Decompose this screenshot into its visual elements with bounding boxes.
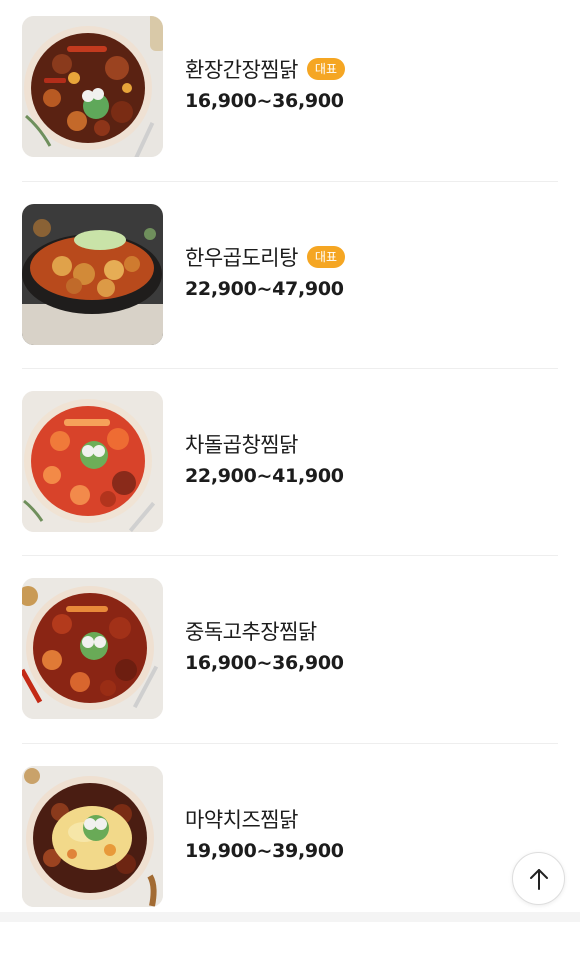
dish-thumbnail (22, 766, 163, 907)
bottom-edge (0, 912, 580, 922)
divider (22, 743, 558, 744)
dish-thumbnail (22, 578, 163, 719)
divider (22, 181, 558, 182)
signature-badge: 대표 (306, 58, 346, 80)
scroll-to-top-button[interactable] (512, 852, 565, 905)
menu-item-price: 22,900~47,900 (185, 278, 344, 300)
dish-image-cheese-chicken (22, 766, 163, 907)
dish-image-soy-braised-chicken (22, 16, 163, 157)
arrow-up-icon (529, 868, 548, 890)
menu-item[interactable]: 차돌곱창찜닭 22,900~41,900 (22, 391, 558, 578)
dish-thumbnail (22, 16, 163, 157)
menu-item-name: 환장간장찜닭 (185, 58, 298, 82)
menu-item-name: 한우곱도리탕 (185, 246, 298, 270)
dish-image-gochujang-chicken (22, 578, 163, 719)
dish-image-brisket-tripe-chicken (22, 391, 163, 532)
menu-item-price: 19,900~39,900 (185, 840, 344, 862)
menu-item-name: 중독고추장찜닭 (185, 620, 317, 644)
menu-item[interactable]: 중독고추장찜닭 16,900~36,900 (22, 578, 558, 765)
menu-item-price: 16,900~36,900 (185, 90, 344, 112)
menu-item-price: 22,900~41,900 (185, 465, 344, 487)
menu-item[interactable]: 환장간장찜닭 대표 16,900~36,900 (22, 16, 558, 203)
menu-item-name: 마약치즈찜닭 (185, 808, 298, 832)
menu-item[interactable]: 한우곱도리탕 대표 22,900~47,900 (22, 204, 558, 391)
menu-item[interactable]: 마약치즈찜닭 19,900~39,900 (22, 766, 558, 953)
dish-thumbnail (22, 204, 163, 345)
dish-image-beef-tripe-stew (22, 204, 163, 345)
menu-item-name: 차돌곱창찜닭 (185, 433, 298, 457)
divider (22, 555, 558, 556)
signature-badge: 대표 (306, 246, 346, 268)
dish-thumbnail (22, 391, 163, 532)
divider (22, 368, 558, 369)
menu-item-price: 16,900~36,900 (185, 652, 344, 674)
